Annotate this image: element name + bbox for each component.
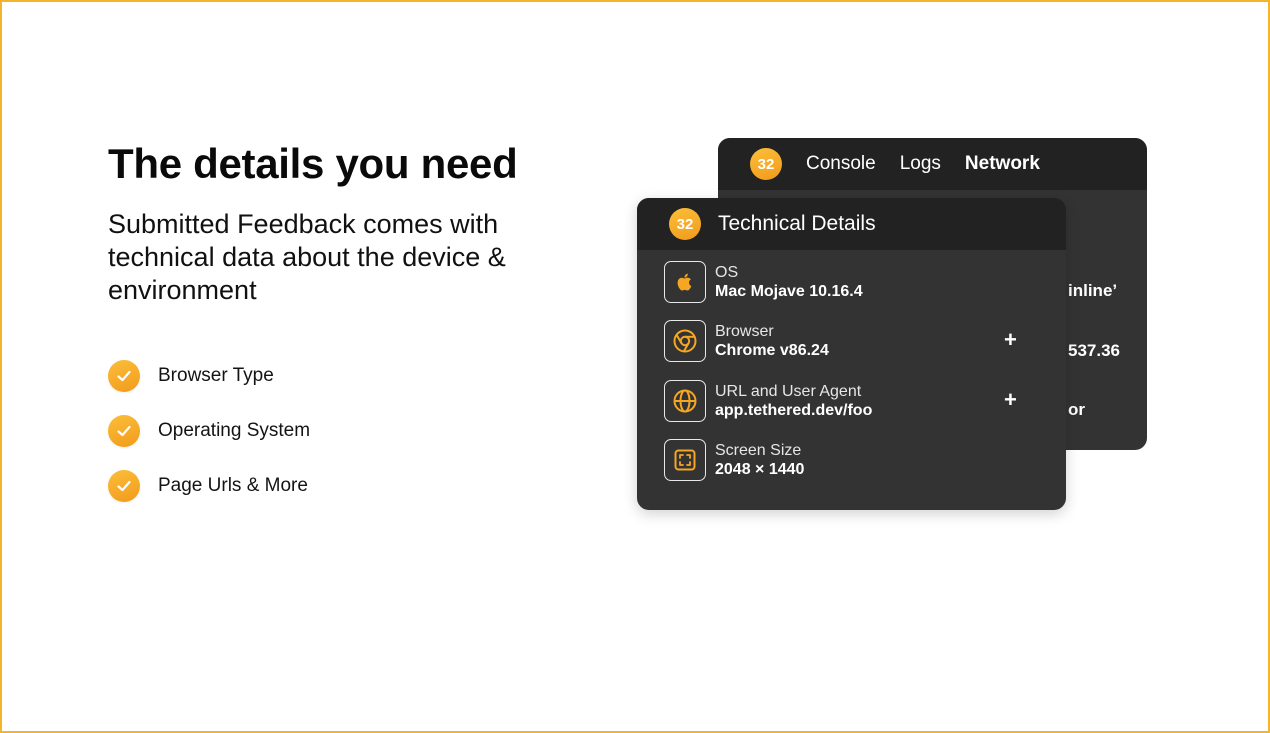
detail-label: Browser [715, 323, 774, 340]
check-icon [108, 470, 140, 502]
feature-item-page-urls: Page Urls & More [108, 470, 308, 502]
detail-value: Chrome v86.24 [715, 342, 829, 359]
feature-label: Browser Type [158, 365, 274, 386]
network-entry-fragment: 537.36 [1068, 341, 1120, 360]
tab-network[interactable]: Network [965, 153, 1040, 175]
feature-label: Operating System [158, 420, 311, 441]
tab-logs[interactable]: Logs [900, 153, 941, 175]
detail-label: URL and User Agent [715, 383, 862, 400]
apple-icon [664, 261, 706, 303]
count-badge: 32 [750, 148, 782, 180]
devtools-header: 32 Console Logs Network [718, 138, 1147, 190]
tab-console[interactable]: Console [806, 153, 876, 175]
detail-row-browser: Browser Chrome v86.24 + [664, 320, 1044, 362]
feature-item-browser-type: Browser Type [108, 360, 274, 392]
detail-label: OS [715, 264, 739, 281]
detail-label: Screen Size [715, 442, 802, 459]
feature-item-operating-system: Operating System [108, 415, 310, 447]
check-icon [108, 415, 140, 447]
detail-value: app.tethered.dev/foo [715, 402, 873, 419]
detail-value: Mac Mojave 10.16.4 [715, 283, 863, 300]
subtitle: Submitted Feedback comes with technical … [108, 209, 506, 305]
feature-label: Page Urls & More [158, 475, 308, 496]
detail-value: 2048 × 1440 [715, 461, 805, 478]
network-entry-fragment: or [1068, 400, 1085, 419]
headline: The details you need [108, 140, 518, 187]
screen-size-icon [664, 439, 706, 481]
technical-details-header: 32 Technical Details [637, 198, 1066, 250]
count-badge: 32 [669, 208, 701, 240]
globe-icon [664, 380, 706, 422]
network-entry-fragment: inline’ [1068, 281, 1118, 300]
page-frame: The details you need Submitted Feedback … [0, 0, 1270, 733]
expand-button[interactable]: + [1004, 389, 1017, 411]
technical-details-panel: 32 Technical Details OS Mac Mojave 10.16… [637, 198, 1066, 510]
chrome-icon [664, 320, 706, 362]
detail-row-url: URL and User Agent app.tethered.dev/foo … [664, 380, 1044, 422]
detail-row-os: OS Mac Mojave 10.16.4 [664, 261, 1044, 303]
expand-button[interactable]: + [1004, 329, 1017, 351]
detail-row-screen-size: Screen Size 2048 × 1440 [664, 439, 1044, 481]
check-icon [108, 360, 140, 392]
panel-title: Technical Details [718, 212, 876, 235]
